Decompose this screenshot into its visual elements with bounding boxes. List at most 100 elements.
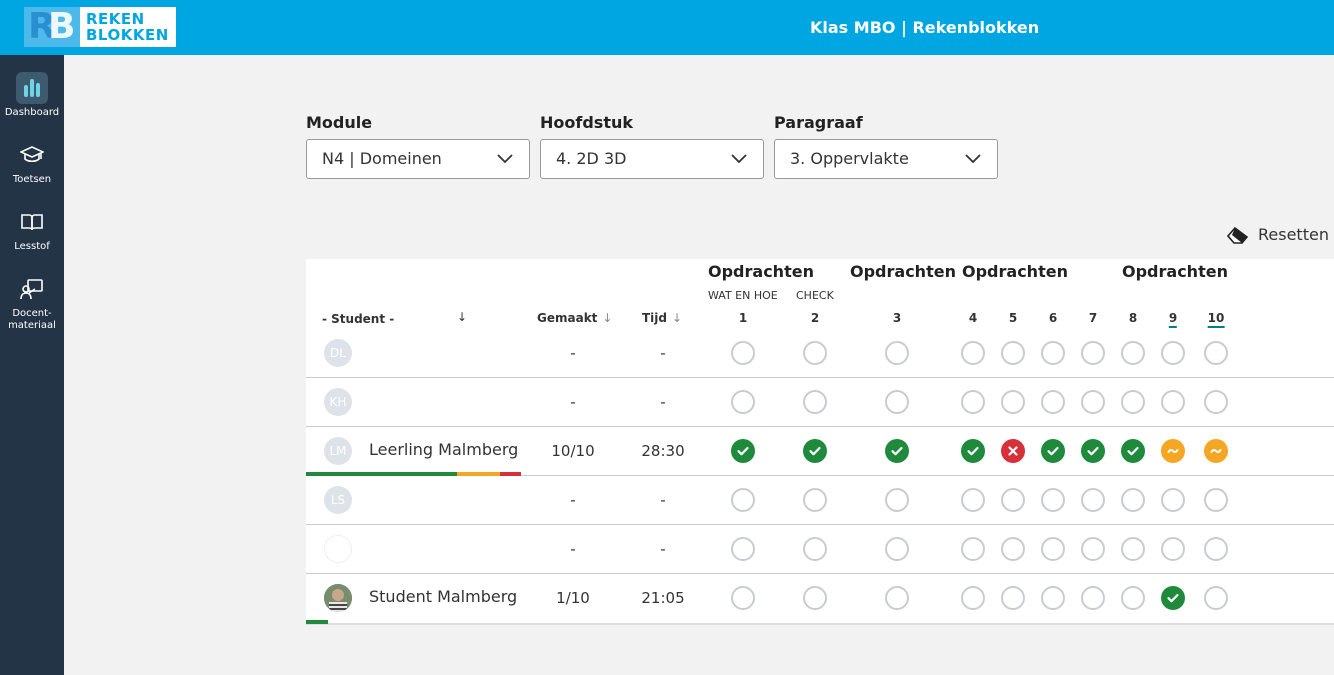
- paragraaf-label: Paragraaf: [774, 113, 863, 132]
- status-empty-icon[interactable]: [1121, 537, 1145, 561]
- teacher-board-icon: [16, 273, 48, 305]
- status-empty-icon[interactable]: [961, 390, 985, 414]
- student-name[interactable]: Leerling Malmberg: [369, 440, 518, 460]
- student-sort-arrow-icon[interactable]: ↓: [452, 310, 467, 324]
- reset-button[interactable]: Resetten: [1227, 225, 1329, 245]
- status-empty-icon[interactable]: [1041, 341, 1065, 365]
- table-row[interactable]: --: [306, 525, 1334, 574]
- tijd-cell: -: [660, 540, 666, 558]
- opdracht-header-2[interactable]: 2: [811, 311, 819, 325]
- status-empty-icon[interactable]: [885, 390, 909, 414]
- student-column-header[interactable]: - Student -: [322, 312, 394, 326]
- status-empty-icon[interactable]: [1081, 390, 1105, 414]
- status-empty-icon[interactable]: [1081, 488, 1105, 512]
- status-partial-icon[interactable]: [1161, 439, 1185, 463]
- status-empty-icon[interactable]: [731, 341, 755, 365]
- status-empty-icon[interactable]: [1081, 341, 1105, 365]
- status-empty-icon[interactable]: [803, 390, 827, 414]
- status-empty-icon[interactable]: [1204, 586, 1228, 610]
- rekenblokken-logo[interactable]: RB REKEN BLOKKEN: [24, 7, 176, 47]
- avatar-photo: [324, 584, 352, 612]
- status-correct-icon[interactable]: [731, 439, 755, 463]
- opdracht-header-3[interactable]: 3: [893, 311, 901, 325]
- status-empty-icon[interactable]: [1041, 586, 1065, 610]
- opdracht-header-10[interactable]: 10: [1207, 311, 1225, 328]
- status-empty-icon[interactable]: [1161, 390, 1185, 414]
- status-correct-icon[interactable]: [885, 439, 909, 463]
- gemaakt-column-header[interactable]: Gemaakt ↓: [537, 311, 612, 325]
- status-empty-icon[interactable]: [1204, 537, 1228, 561]
- status-empty-icon[interactable]: [1121, 586, 1145, 610]
- gemaakt-cell: -: [570, 344, 576, 362]
- book-icon: [16, 206, 48, 238]
- status-empty-icon[interactable]: [885, 537, 909, 561]
- status-empty-icon[interactable]: [1041, 390, 1065, 414]
- status-correct-icon[interactable]: [961, 439, 985, 463]
- status-empty-icon[interactable]: [885, 341, 909, 365]
- module-value: N4 | Domeinen: [322, 149, 442, 168]
- status-empty-icon[interactable]: [1001, 537, 1025, 561]
- status-correct-icon[interactable]: [1041, 439, 1065, 463]
- status-empty-icon[interactable]: [961, 488, 985, 512]
- table-row[interactable]: Student Malmberg 1/10 21:05: [306, 574, 1334, 624]
- status-empty-icon[interactable]: [885, 488, 909, 512]
- sidebar-item-toetsen[interactable]: Toetsen: [0, 139, 64, 186]
- status-correct-icon[interactable]: [1161, 586, 1185, 610]
- status-partial-icon[interactable]: [1204, 439, 1228, 463]
- status-empty-icon[interactable]: [1121, 341, 1145, 365]
- opdracht-header-7[interactable]: 7: [1089, 311, 1097, 325]
- tijd-column-header[interactable]: Tijd ↓: [642, 311, 682, 325]
- status-empty-icon[interactable]: [1161, 341, 1185, 365]
- table-row[interactable]: KH - -: [306, 378, 1334, 427]
- status-empty-icon[interactable]: [731, 390, 755, 414]
- status-empty-icon[interactable]: [803, 488, 827, 512]
- opdracht-header-9[interactable]: 9: [1168, 311, 1178, 328]
- table-row[interactable]: LS - -: [306, 476, 1334, 525]
- status-correct-icon[interactable]: [1121, 439, 1145, 463]
- status-empty-icon[interactable]: [1041, 537, 1065, 561]
- status-empty-icon[interactable]: [1081, 537, 1105, 561]
- status-empty-icon[interactable]: [1001, 488, 1025, 512]
- status-correct-icon[interactable]: [803, 439, 827, 463]
- sidebar-item-lesstof[interactable]: Lesstof: [0, 206, 64, 253]
- status-empty-icon[interactable]: [1001, 586, 1025, 610]
- status-empty-icon[interactable]: [961, 537, 985, 561]
- table-row[interactable]: DL - -: [306, 329, 1334, 378]
- status-correct-icon[interactable]: [1081, 439, 1105, 463]
- opdracht-header-1[interactable]: 1: [739, 311, 747, 325]
- opdracht-header-4[interactable]: 4: [969, 311, 977, 325]
- status-empty-icon[interactable]: [885, 586, 909, 610]
- paragraaf-select[interactable]: 3. Oppervlakte: [774, 139, 998, 179]
- status-empty-icon[interactable]: [731, 586, 755, 610]
- status-empty-icon[interactable]: [1161, 488, 1185, 512]
- status-empty-icon[interactable]: [1204, 488, 1228, 512]
- status-empty-icon[interactable]: [731, 537, 755, 561]
- opdracht-header-8[interactable]: 8: [1129, 311, 1137, 325]
- status-empty-icon[interactable]: [1121, 390, 1145, 414]
- status-empty-icon[interactable]: [731, 488, 755, 512]
- status-empty-icon[interactable]: [1204, 390, 1228, 414]
- status-empty-icon[interactable]: [961, 341, 985, 365]
- table-row[interactable]: LM Leerling Malmberg 10/10 28:30: [306, 427, 1334, 476]
- status-empty-icon[interactable]: [961, 586, 985, 610]
- status-wrong-icon[interactable]: [1001, 439, 1025, 463]
- status-empty-icon[interactable]: [803, 586, 827, 610]
- opdracht-header-5[interactable]: 5: [1009, 311, 1017, 325]
- student-name[interactable]: Student Malmberg: [369, 587, 517, 607]
- status-empty-icon[interactable]: [1081, 586, 1105, 610]
- status-empty-icon[interactable]: [1161, 537, 1185, 561]
- status-empty-icon[interactable]: [1001, 390, 1025, 414]
- status-empty-icon[interactable]: [803, 341, 827, 365]
- sidebar-item-docentmateriaal[interactable]: Docent- materiaal: [0, 273, 64, 332]
- opdracht-header-6[interactable]: 6: [1049, 311, 1057, 325]
- sidebar-item-dashboard[interactable]: Dashboard: [0, 72, 64, 119]
- status-empty-icon[interactable]: [1121, 488, 1145, 512]
- status-empty-icon[interactable]: [1041, 488, 1065, 512]
- status-empty-icon[interactable]: [1204, 341, 1228, 365]
- module-select[interactable]: N4 | Domeinen: [306, 139, 530, 179]
- status-empty-icon[interactable]: [1001, 341, 1025, 365]
- hoofdstuk-select[interactable]: 4. 2D 3D: [540, 139, 764, 179]
- sidebar-item-label: Dashboard: [4, 107, 60, 118]
- status-empty-icon[interactable]: [803, 537, 827, 561]
- reset-label: Resetten: [1258, 225, 1329, 244]
